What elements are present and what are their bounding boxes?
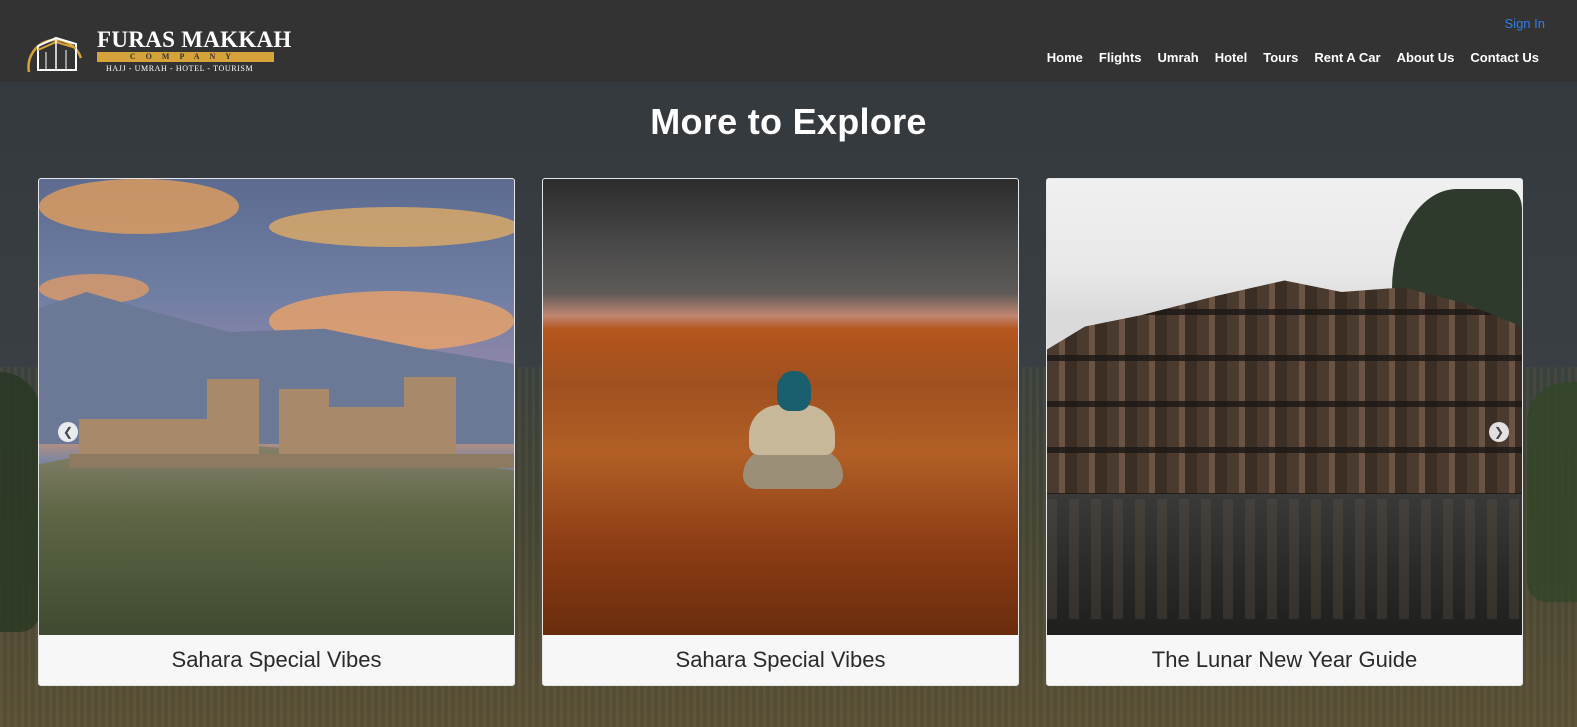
logo-title: FURAS MAKKAH bbox=[97, 27, 292, 52]
main-nav: Home Flights Umrah Hotel Tours Rent A Ca… bbox=[1047, 50, 1539, 65]
site-header: FURAS MAKKAH COMPANY HAJJ - UMRAH - HOTE… bbox=[0, 0, 1577, 82]
card-caption: The Lunar New Year Guide bbox=[1047, 635, 1522, 685]
card-image-fortress bbox=[39, 179, 514, 635]
nav-umrah[interactable]: Umrah bbox=[1158, 50, 1199, 65]
sign-in-link[interactable]: Sign In bbox=[1505, 16, 1545, 31]
chevron-right-icon[interactable]: ❯ bbox=[1489, 422, 1509, 442]
background-tree-right bbox=[1527, 382, 1577, 602]
nav-contact-us[interactable]: Contact Us bbox=[1470, 50, 1539, 65]
kaaba-logo-icon bbox=[27, 36, 83, 73]
nav-home[interactable]: Home bbox=[1047, 50, 1083, 65]
card-image-riverside-town bbox=[1047, 179, 1522, 635]
card-image-desert bbox=[543, 179, 1018, 635]
nav-about-us[interactable]: About Us bbox=[1397, 50, 1455, 65]
chevron-left-icon[interactable]: ❮ bbox=[58, 422, 78, 442]
background-tree-left bbox=[0, 372, 40, 632]
card-caption: Sahara Special Vibes bbox=[543, 635, 1018, 685]
nav-tours[interactable]: Tours bbox=[1263, 50, 1298, 65]
company-logo[interactable]: FURAS MAKKAH COMPANY HAJJ - UMRAH - HOTE… bbox=[26, 27, 291, 74]
card-caption: Sahara Special Vibes bbox=[39, 635, 514, 685]
section-title: More to Explore bbox=[650, 101, 927, 142]
logo-band: COMPANY bbox=[97, 52, 274, 62]
nav-flights[interactable]: Flights bbox=[1099, 50, 1142, 65]
logo-tagline: HAJJ - UMRAH - HOTEL - TOURISM bbox=[106, 64, 254, 73]
explore-card[interactable]: Sahara Special Vibes bbox=[542, 178, 1019, 686]
explore-card[interactable]: ❮ Sahara Special Vibes bbox=[38, 178, 515, 686]
nav-rent-a-car[interactable]: Rent A Car bbox=[1314, 50, 1380, 65]
nav-hotel[interactable]: Hotel bbox=[1215, 50, 1248, 65]
explore-card[interactable]: ❯ The Lunar New Year Guide bbox=[1046, 178, 1523, 686]
